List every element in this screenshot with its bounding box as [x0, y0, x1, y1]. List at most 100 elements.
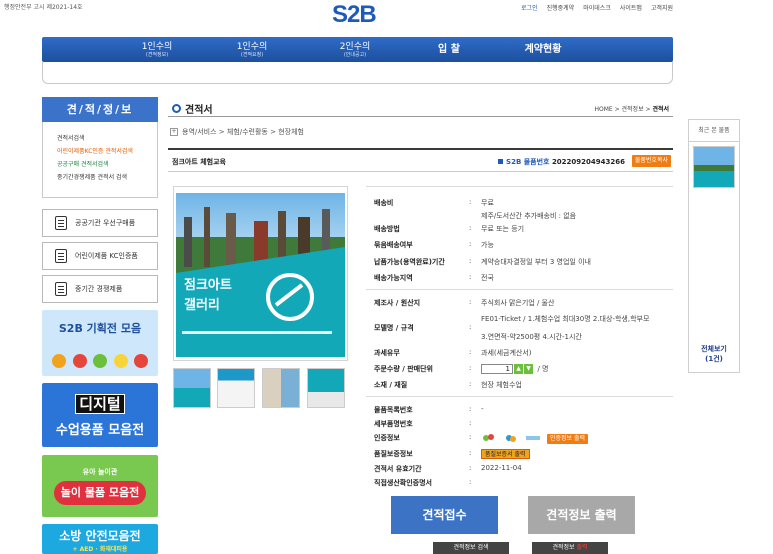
banner-title-box: 디지털 [75, 394, 125, 414]
colon: : [469, 273, 472, 281]
submit-quote-button[interactable]: 견적접수 [391, 496, 498, 534]
info-row-detail-no: 세부품명번호 : [366, 419, 673, 429]
banner-kicker: 유아 놀이관 [82, 468, 118, 476]
button-label: 중기간 경쟁제품 [75, 285, 123, 293]
fruit-icon [52, 354, 66, 368]
info-row-model-2: 3.연면적-약2500평 4.시간-1시간 [366, 332, 673, 342]
sitemap-link[interactable]: 사이트맵 [620, 3, 642, 12]
play-supplies-banner[interactable]: 유아 놀이관 놀이 물품 모음전 [42, 455, 158, 517]
print-certification-button[interactable]: 인증정보 출력 [547, 434, 589, 444]
product-thumbnail[interactable] [173, 368, 211, 408]
digital-supplies-banner[interactable]: 디지털 수업용품 모음전 [42, 383, 158, 447]
nav-single-quote-info[interactable]: 1인수의 (견적정보) [122, 37, 192, 62]
copy-product-number-button[interactable]: 물품번호복사 [631, 155, 671, 167]
product-header: 점크아트 체험교육 S2B 물품번호 202209204943266 물품번호복… [168, 148, 673, 172]
s2b-exhibition-banner[interactable]: S2B 기획전 모음 [42, 310, 158, 376]
nav-contract-status[interactable]: 계약현황 [508, 37, 578, 62]
nav-label: 계약현황 [524, 43, 562, 55]
sme-products-button[interactable]: 중기간 경쟁제품 [42, 275, 158, 303]
quantity-input[interactable]: 1 [481, 364, 513, 374]
banner-title: 디지털 [42, 393, 158, 414]
product-thumbnail[interactable] [217, 368, 255, 408]
sidebar-item-sme-quote-search[interactable]: 중기간경쟁제품 견적서 검색 [57, 171, 157, 184]
banner-title: 놀이 물품 모음전 [54, 481, 146, 505]
safety-cert-icon [526, 436, 540, 440]
print-quality-warranty-button[interactable]: 품질보증서 출력 [481, 449, 530, 459]
print-quote-button[interactable]: 견적정보 출력 [528, 496, 635, 534]
quote-print-small-button[interactable]: 견적정보 출력 [532, 542, 608, 554]
fruit-icon [134, 354, 148, 368]
view-all-label: 전체보기 [701, 345, 727, 353]
kc-certified-button[interactable]: 어린이제품 KC인증품 [42, 242, 158, 270]
info-value: 1 ▲ ▼ / 명 [481, 364, 673, 374]
quantity-unit: 명 [542, 365, 549, 373]
nav-dual-quote-notice[interactable]: 2인수의 (안내공고) [320, 37, 390, 62]
expand-icon[interactable]: + [170, 128, 178, 136]
info-value [481, 419, 673, 429]
colon: : [469, 419, 472, 427]
info-value [481, 478, 673, 488]
nav-label: 입 찰 [438, 43, 460, 55]
kc-mark-icon [55, 249, 67, 263]
info-label: 소재 / 재질 [374, 381, 408, 389]
nav-sublabel: (견적정보) [145, 51, 169, 58]
page-title: 견적서 [172, 101, 213, 116]
info-row-material: 소재 / 재질 : 현장 체험수업 [366, 380, 673, 390]
product-thumbnail[interactable] [262, 368, 300, 408]
recent-product-thumbnail[interactable] [693, 146, 735, 188]
info-value: 품질보증서 출력 [481, 449, 673, 459]
my-desk-link[interactable]: 마이데스크 [583, 3, 611, 12]
button-label: 어린이제품 KC인증품 [75, 252, 138, 260]
info-row-bundle: 묶음배송여부 : 가능 [366, 240, 673, 250]
button-label: 공공기관 우선구매품 [75, 219, 136, 227]
info-label: 주문수량 / 판매단위 [374, 365, 433, 373]
info-row-validity: 견적서 유효기간 : 2022-11-04 [366, 464, 673, 474]
fruit-icon [72, 354, 87, 368]
info-label: 배송비 [374, 199, 394, 207]
info-label-empty [366, 332, 469, 342]
s2b-logo[interactable]: S2B [332, 1, 377, 29]
fruit-icon [93, 354, 107, 368]
info-row-region: 배송가능지역 : 전국 [366, 273, 673, 283]
info-row-quality: 품질보증정보 : 품질보증서 출력 [366, 449, 673, 459]
info-label: 물품목록번호 [374, 406, 413, 414]
product-number: S2B 물품번호 202209204943266 [498, 157, 625, 167]
colon: : [469, 298, 472, 306]
product-main-image[interactable]: 점크아트 갤러리 [173, 186, 348, 361]
quantity-down-button[interactable]: ▼ [524, 364, 533, 374]
gallery-photo: 점크아트 갤러리 [174, 187, 347, 360]
public-priority-button[interactable]: 공공기관 우선구매품 [42, 209, 158, 237]
quote-search-button[interactable]: 견적정보 검색 [433, 542, 509, 554]
info-value: 주식회사 맑은기업 / 울산 [481, 299, 555, 307]
quantity-up-button[interactable]: ▲ [514, 364, 523, 374]
login-link[interactable]: 로그인 [521, 3, 538, 12]
button-label: 견적정보 [552, 544, 577, 551]
title-bullet-icon [172, 104, 181, 113]
info-label: 직접생산확인증명서 [374, 479, 432, 487]
colon: : [469, 433, 472, 441]
colon: : [469, 348, 472, 356]
eco-cert-icon [506, 435, 516, 442]
button-label-highlight: 출력 [576, 544, 588, 551]
info-label: 배송방법 [374, 225, 400, 233]
info-label: 인증정보 [374, 434, 400, 442]
banner-title: S2B 기획전 모음 [58, 322, 142, 335]
view-all-link[interactable]: 전체보기 (1건) [689, 344, 739, 364]
product-thumbnail[interactable] [307, 368, 345, 408]
ongoing-contract-link[interactable]: 진행중계약 [547, 3, 575, 12]
nav-bidding[interactable]: 입 찰 [414, 37, 484, 62]
info-label: 배송가능지역 [374, 274, 413, 282]
nav-label: 1인수의 [236, 41, 268, 52]
row-divider [366, 186, 673, 187]
nav-single-quote-request[interactable]: 1인수의 (견적요청) [217, 37, 287, 62]
sidebar-item-kc-quote-search[interactable]: 어린이제품KC인증 견적서검색 [57, 145, 157, 158]
sidebar-item-public-quote-search[interactable]: 공공구매 견적서검색 [57, 158, 157, 171]
info-value: 무료 또는 등기 [481, 225, 525, 233]
customer-support-link[interactable]: 고객지원 [651, 3, 673, 12]
product-number-label: S2B 물품번호 [506, 158, 550, 166]
building-icon [55, 282, 67, 296]
sidebar-title: 견/적/정/보 [42, 97, 158, 122]
fire-safety-banner[interactable]: 소방 안전모음전 + AED · 화재대피용 [42, 524, 158, 554]
sidebar-item-quote-search[interactable]: 견적서검색 [57, 132, 157, 145]
fruit-icon [113, 354, 128, 368]
